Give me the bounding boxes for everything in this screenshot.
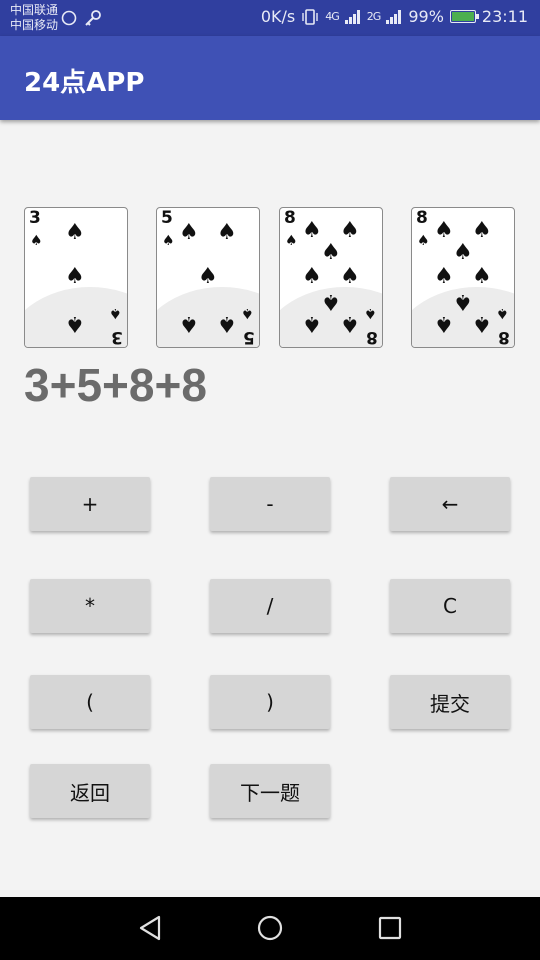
playing-card-1: 3 ♠ ♠ ♠ ♠ ♠ 3 bbox=[24, 207, 128, 348]
divide-button[interactable]: / bbox=[210, 579, 330, 633]
status-left-icons bbox=[60, 9, 102, 27]
signal-bars-icon bbox=[344, 9, 360, 24]
spade-icon: ♠ bbox=[472, 264, 492, 289]
vibrate-icon bbox=[302, 8, 318, 25]
spade-icon: ♠ bbox=[340, 218, 360, 243]
clock: 23:11 bbox=[481, 7, 528, 26]
spade-icon: ♠ bbox=[417, 233, 430, 249]
next-question-button[interactable]: 下一题 bbox=[210, 764, 330, 818]
card-rank: 3 bbox=[29, 208, 41, 228]
spade-icon: ♠ bbox=[179, 220, 199, 245]
status-right: 0K/s 4G 2G 99% 23:11 bbox=[261, 7, 528, 26]
multiply-button[interactable]: * bbox=[30, 579, 150, 633]
plus-button[interactable]: + bbox=[30, 477, 150, 531]
card-rank: 5 bbox=[161, 208, 173, 228]
playing-card-3: 8 ♠ ♠ ♠ ♠ ♠ ♠ ♠ ♠ ♠ ♠ 8 bbox=[279, 207, 383, 348]
clear-button[interactable]: C bbox=[390, 579, 510, 633]
spade-icon: ♠ bbox=[453, 289, 473, 314]
spade-icon: ♠ bbox=[364, 305, 377, 321]
back-triangle-icon[interactable] bbox=[137, 914, 165, 942]
signal-2g-label: 2G bbox=[366, 10, 381, 23]
home-circle-icon[interactable] bbox=[256, 914, 284, 942]
back-button[interactable]: 返回 bbox=[30, 764, 150, 818]
backspace-button[interactable]: ← bbox=[390, 477, 510, 531]
playing-card-4: 8 ♠ ♠ ♠ ♠ ♠ ♠ ♠ ♠ ♠ ♠ 8 bbox=[411, 207, 515, 348]
playing-card-2: 5 ♠ ♠ ♠ ♠ ♠ ♠ ♠ 5 bbox=[156, 207, 260, 348]
recents-square-icon[interactable] bbox=[376, 914, 404, 942]
carrier-2: 中国移动 bbox=[10, 18, 59, 32]
spade-icon: ♠ bbox=[241, 305, 254, 321]
spade-icon: ♠ bbox=[472, 218, 492, 243]
spade-icon: ♠ bbox=[217, 220, 237, 245]
sync-icon bbox=[61, 10, 77, 26]
battery-percent: 99% bbox=[408, 7, 444, 26]
spade-icon: ♠ bbox=[285, 233, 298, 249]
spade-icon: ♠ bbox=[109, 305, 122, 321]
battery-icon bbox=[449, 10, 479, 23]
navigation-bar bbox=[0, 897, 540, 960]
carrier-info: 中国联通 中国移动 bbox=[10, 3, 58, 33]
right-paren-button[interactable]: ) bbox=[210, 675, 330, 729]
card-rank-bottom: 5 bbox=[243, 327, 255, 347]
spade-icon: ♠ bbox=[434, 311, 454, 336]
carrier-1: 中国联通 bbox=[10, 3, 59, 17]
expression-display: 3+5+8+8 bbox=[24, 359, 207, 411]
spade-icon: ♠ bbox=[162, 233, 175, 249]
card-rank: 8 bbox=[284, 208, 296, 228]
app-title: 24点APP bbox=[24, 68, 145, 98]
signal-bars-icon-2 bbox=[386, 9, 402, 24]
signal-4g-label: 4G bbox=[325, 10, 339, 23]
spade-icon: ♠ bbox=[302, 311, 322, 336]
spade-icon: ♠ bbox=[453, 240, 473, 265]
key-icon bbox=[85, 10, 101, 26]
status-bar: 中国联通 中国移动 0K/s 4G 2G 99% 23:11 bbox=[0, 0, 540, 36]
app-bar: 24点APP bbox=[0, 36, 540, 120]
spade-icon: ♠ bbox=[496, 305, 509, 321]
network-speed: 0K/s bbox=[260, 7, 296, 26]
spade-icon: ♠ bbox=[340, 311, 360, 336]
spade-icon: ♠ bbox=[198, 264, 218, 289]
submit-button[interactable]: 提交 bbox=[390, 675, 510, 729]
card-rank-bottom: 8 bbox=[498, 327, 510, 347]
spade-icon: ♠ bbox=[30, 233, 43, 249]
spade-icon: ♠ bbox=[302, 218, 322, 243]
spade-icon: ♠ bbox=[65, 311, 85, 336]
spade-icon: ♠ bbox=[302, 264, 322, 289]
spade-icon: ♠ bbox=[217, 311, 237, 336]
spade-icon: ♠ bbox=[340, 264, 360, 289]
card-rank: 8 bbox=[416, 208, 428, 228]
spade-icon: ♠ bbox=[65, 264, 85, 289]
spade-icon: ♠ bbox=[434, 264, 454, 289]
spade-icon: ♠ bbox=[434, 218, 454, 243]
card-rank-bottom: 8 bbox=[366, 327, 378, 347]
spade-icon: ♠ bbox=[179, 311, 199, 336]
left-paren-button[interactable]: ( bbox=[30, 675, 150, 729]
spade-icon: ♠ bbox=[321, 240, 341, 265]
minus-button[interactable]: - bbox=[210, 477, 330, 531]
spade-icon: ♠ bbox=[65, 220, 85, 245]
card-rank-bottom: 3 bbox=[111, 327, 123, 347]
spade-icon: ♠ bbox=[472, 311, 492, 336]
spade-icon: ♠ bbox=[321, 289, 341, 314]
